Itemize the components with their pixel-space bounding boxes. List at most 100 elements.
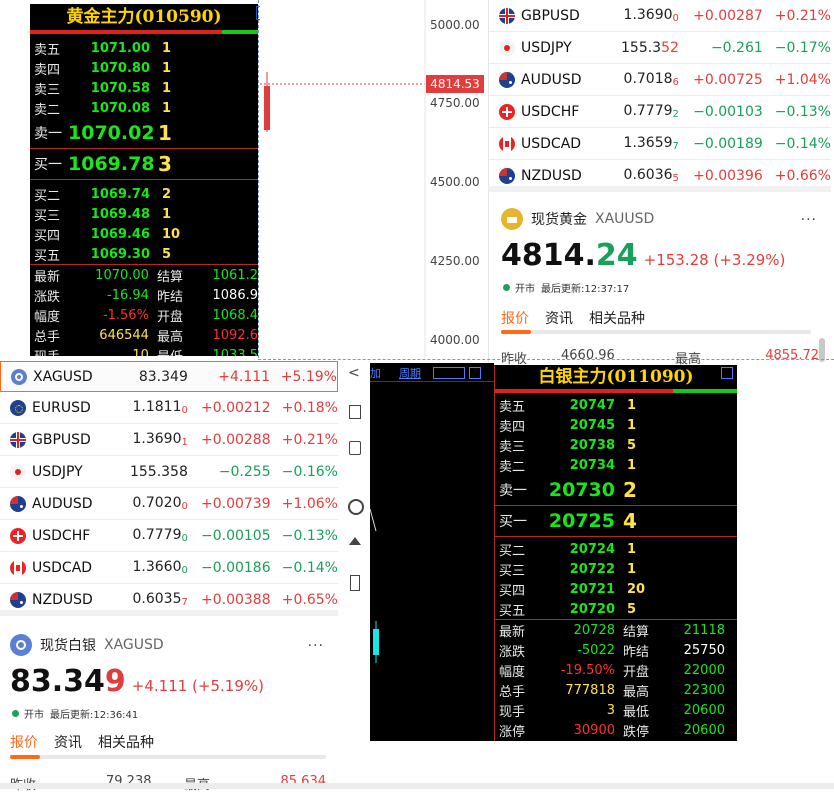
fx-row-xagusd[interactable]: XAGUSD 83.349 +4.111 +5.19% [0, 361, 338, 392]
stat-row: 涨停 30900 跌停 20600 [499, 722, 725, 740]
book-row[interactable]: 卖五 20747 1 [495, 395, 737, 415]
book-row[interactable]: 卖二 20734 1 [495, 455, 737, 475]
stat-row: 幅度 -1.56% 开盘 1068.4 [34, 307, 258, 325]
panel-divider [258, 0, 259, 358]
doc-icon[interactable] [349, 441, 361, 455]
silver-panel-title: 白银主力(011090) [538, 367, 694, 387]
silver-coin-icon [10, 634, 32, 656]
book-row[interactable]: 买二 1069.74 2 [30, 184, 258, 204]
tab-news[interactable]: 资讯 [54, 732, 82, 752]
market-open-dot [503, 284, 510, 291]
fx-watchlist-top: GBPUSD 1.36900 +0.00287 +0.21% USDJPY 155.352… [488, 0, 831, 192]
tab-related[interactable]: 相关品种 [589, 308, 645, 328]
bid1-row[interactable]: 买一 20725 4 [495, 506, 737, 536]
stat-row: 涨跌 -16.94 昨结 1086.9 [34, 287, 258, 305]
silver-name: 现货白银 [40, 638, 96, 654]
fx-row-usdjpy[interactable]: USDJPY 155.358 −0.255 −0.16% [0, 456, 338, 488]
fx-price: 0.77792 [623, 103, 679, 120]
fx-row-audusd[interactable]: AUDUSD 0.70186 +0.00725 +1.04% [489, 64, 831, 96]
fx-price: 1.36600 [132, 559, 188, 576]
australia-flag-icon [10, 495, 26, 512]
buy-sell-ratio-bar [495, 389, 737, 393]
fx-row-usdjpy[interactable]: USDJPY 155.352 −0.261 −0.17% [489, 32, 831, 64]
horizontal-scrollbar[interactable] [0, 783, 834, 789]
bid1-row[interactable]: 买一 1069.78 3 [30, 149, 258, 179]
price-tag: 4814.53 [426, 75, 484, 93]
uk-flag-icon [499, 7, 515, 24]
bar-icon[interactable] [350, 575, 360, 591]
book-row[interactable]: 买四 1069.46 10 [30, 224, 258, 244]
silver-instrument-card: 现货白银 XAGUSD ··· 83.349 +4.111 (+5.19%) 开… [0, 610, 338, 795]
tab-related[interactable]: 相关品种 [98, 732, 154, 752]
book-row[interactable]: 买五 1069.30 5 [30, 244, 258, 264]
stat-row: 总手 777818 最高 22300 [499, 682, 725, 700]
tab-quote[interactable]: 报价 [501, 308, 529, 328]
fx-row-eurusd[interactable]: EURUSD 1.18110 +0.00212 +0.18% [0, 392, 338, 424]
uk-flag-icon [10, 431, 26, 448]
silver-chart-strip[interactable]: 加 周期 [370, 363, 494, 741]
japan-flag-icon [10, 463, 26, 480]
y-axis-tick: 5000.00 [430, 18, 480, 32]
book-row[interactable]: 卖五 1071.00 1 [30, 38, 258, 58]
stat-row: 最新 20728 结算 21118 [499, 622, 725, 640]
book-row[interactable]: 买三 1069.48 1 [30, 204, 258, 224]
book-row[interactable]: 买二 20724 1 [495, 539, 737, 559]
gold-price-chart[interactable]: 4814.53 5000.00 4750.00 4500.00 4250.00 4000… [260, 0, 486, 358]
fx-row-usdchf[interactable]: USDCHF 0.77790 −0.00105 −0.13% [0, 520, 338, 552]
book-row[interactable]: 卖四 20745 1 [495, 415, 737, 435]
gold-panel-title: 黄金主力(010590) [66, 7, 222, 27]
y-axis-tick: 4000.00 [430, 333, 480, 347]
fx-price: 0.60357 [132, 591, 188, 608]
fx-row-usdchf[interactable]: USDCHF 0.77792 −0.00103 −0.13% [489, 96, 831, 128]
fx-row-gbpusd[interactable]: GBPUSD 1.36901 +0.00288 +0.21% [0, 424, 338, 456]
ask1-row[interactable]: 卖一 1070.02 1 [30, 118, 258, 148]
tab-news[interactable]: 资讯 [545, 308, 573, 328]
stat-row: 最新 1070.00 结算 1061.2 [34, 267, 258, 285]
tab-quote[interactable]: 报价 [10, 732, 38, 752]
new-zealand-flag-icon [499, 167, 515, 184]
fx-price: 0.70186 [623, 71, 679, 88]
silver-change: +4.111 (+5.19%) [131, 677, 264, 695]
market-open-dot [12, 710, 19, 717]
fx-row-usdcad[interactable]: USDCAD 1.36600 −0.00186 −0.14% [0, 552, 338, 584]
fx-price: 1.36901 [132, 431, 188, 448]
gold-coin-icon [501, 208, 523, 230]
ask1-row[interactable]: 卖一 20730 2 [495, 475, 737, 505]
fx-price: 83.349 [138, 368, 188, 385]
book-row[interactable]: 卖四 1070.80 1 [30, 58, 258, 78]
canada-flag-icon [10, 559, 26, 576]
stat-row: 总手 646544 最高 1092.6 [34, 327, 258, 345]
window-icon[interactable] [721, 367, 733, 379]
book-row[interactable]: 买五 20720 5 [495, 599, 737, 619]
y-axis-tick: 4250.00 [430, 254, 480, 268]
back-arrow-icon[interactable]: < [348, 365, 360, 381]
target-icon[interactable] [348, 499, 364, 515]
y-axis-tick: 4500.00 [430, 175, 480, 189]
new-zealand-flag-icon [10, 591, 26, 608]
fx-row-usdcad[interactable]: USDCAD 1.36597 −0.00189 −0.14% [489, 128, 831, 160]
book-row[interactable]: 卖二 1070.08 1 [30, 98, 258, 118]
gold-code: XAUUSD [595, 211, 655, 227]
panel-divider-h [258, 359, 834, 360]
book-row[interactable]: 卖三 1070.58 1 [30, 78, 258, 98]
stat-row: 涨跌 -5022 昨结 25750 [499, 642, 725, 660]
square-icon[interactable] [349, 405, 361, 419]
gold-instrument-card: 现货黄金 XAUUSD ··· 4814.24 +153.28 (+3.29%)… [488, 186, 831, 367]
more-options-icon[interactable]: ··· [801, 212, 817, 228]
silver-price: 83.349 [10, 664, 126, 699]
gold-quote-panel: 黄金主力(010590) 卖五 1071.00 1 卖四 1070.80 1 卖三 1070.… [30, 4, 258, 356]
silver-candle-svg [370, 508, 379, 663]
book-row[interactable]: 卖三 20738 5 [495, 435, 737, 455]
tool-strip: < [340, 361, 370, 661]
swiss-flag-icon [10, 527, 26, 544]
more-options-icon[interactable]: ··· [308, 638, 324, 654]
gold-change: +153.28 (+3.29%) [643, 251, 786, 269]
fx-row-gbpusd[interactable]: GBPUSD 1.36900 +0.00287 +0.21% [489, 0, 831, 32]
book-row[interactable]: 买四 20721 20 [495, 579, 737, 599]
book-row[interactable]: 买三 20722 1 [495, 559, 737, 579]
gold-price: 4814.24 [501, 238, 638, 273]
fx-price: 155.358 [129, 463, 188, 480]
eu-flag-icon [10, 399, 26, 416]
home-icon[interactable] [349, 537, 361, 545]
fx-row-audusd[interactable]: AUDUSD 0.70200 +0.00739 +1.06% [0, 488, 338, 520]
